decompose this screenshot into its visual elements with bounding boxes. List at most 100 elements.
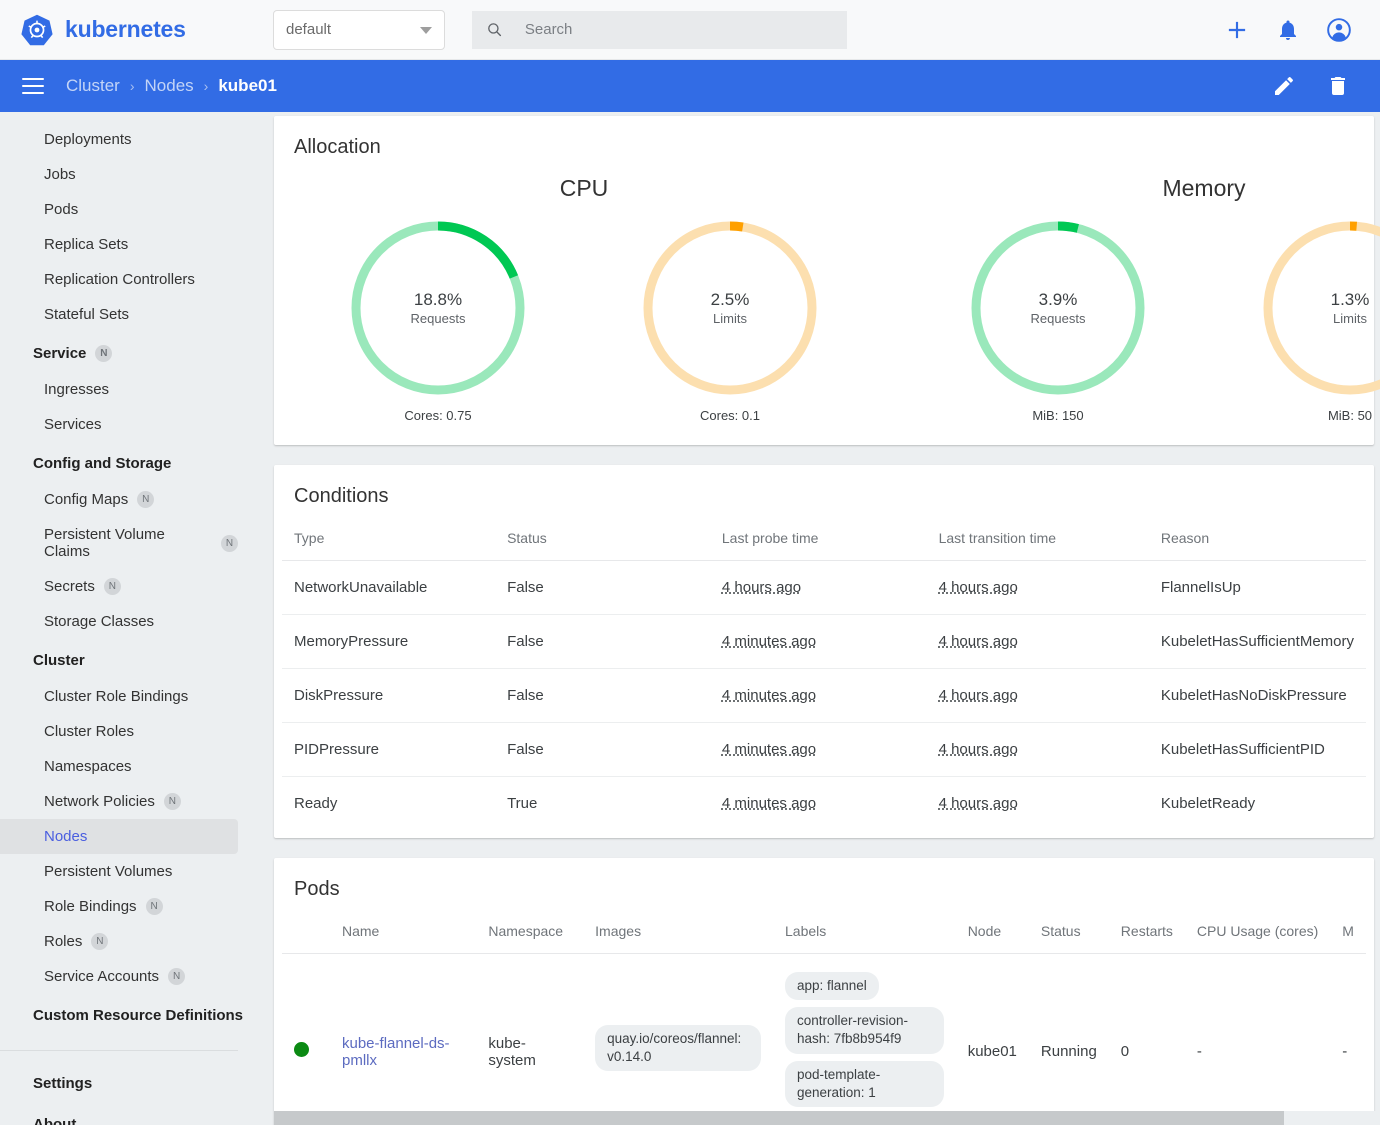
donut-cpu-limits: 2.5% Limits Cores: 0.1 <box>615 218 845 423</box>
hamburger-menu-icon[interactable] <box>22 73 44 99</box>
column-header-last-probe-time[interactable]: Last probe time <box>709 514 927 561</box>
sidebar-item-services[interactable]: Services <box>0 407 238 442</box>
sidebar-item-persistent-volume-claims[interactable]: Persistent Volume Claims N <box>0 517 238 569</box>
cell-name[interactable]: kube-flannel-ds-pmllx <box>330 954 476 1125</box>
account-icon[interactable] <box>1326 17 1352 43</box>
cell-transition[interactable]: 4 hours ago <box>926 722 1149 777</box>
sidebar-item-label: Custom Resource Definitions <box>33 1007 244 1024</box>
breadcrumb-bar: Cluster › Nodes › kube01 <box>0 60 1380 112</box>
search-bar[interactable] <box>472 10 847 49</box>
donut-absolute-value: Cores: 0.75 <box>404 408 472 423</box>
sidebar-item-label: Storage Classes <box>44 613 155 630</box>
sidebar-item-namespaces[interactable]: Namespaces <box>0 749 238 784</box>
table-row: DiskPressure False 4 minutes ago 4 hours ag… <box>282 668 1366 723</box>
sidebar-item-ingresses[interactable]: Ingresses <box>0 372 238 407</box>
column-header-status[interactable]: Status <box>1028 907 1109 954</box>
sidebar-item-label: Config Maps <box>44 491 129 508</box>
kubernetes-dashboard: kubernetes default Search Cluster › Node… <box>0 0 1380 1125</box>
cell-transition[interactable]: 4 hours ago <box>926 668 1149 723</box>
delete-trash-icon[interactable] <box>1326 74 1350 98</box>
sidebar-item-network-policies[interactable]: Network Policies N <box>0 784 238 819</box>
cell-reason: KubeletHasSufficientMemory <box>1148 614 1366 669</box>
sidebar-item-service-accounts[interactable]: Service Accounts N <box>0 959 238 994</box>
column-header-status[interactable]: Status <box>495 514 710 561</box>
cell-reason: KubeletReady <box>1160 795 1256 812</box>
cell-reason: KubeletHasNoDiskPressure <box>1148 668 1366 723</box>
allocation-charts: CPU 18.8% Requests Cores: 0.75 2.5% Limits Cor… <box>274 159 1380 445</box>
namespaced-badge: N <box>163 793 181 810</box>
sidebar-group-service[interactable]: Service N <box>0 332 248 372</box>
column-header-last-transition-time[interactable]: Last transition time <box>926 514 1149 561</box>
column-header-cpu-usage-cores-[interactable]: CPU Usage (cores) <box>1184 907 1331 954</box>
table-row: PIDPressure False 4 minutes ago 4 hours ago… <box>282 722 1366 777</box>
cell-status: False <box>495 668 710 723</box>
cell-probe[interactable]: 4 minutes ago <box>709 668 927 723</box>
sidebar-item-about[interactable]: About <box>0 1104 248 1125</box>
column-header-m[interactable]: M <box>1330 907 1366 954</box>
column-header-images[interactable]: Images <box>583 907 773 954</box>
namespaced-badge: N <box>221 534 238 552</box>
cell-probe[interactable]: 4 minutes ago <box>709 722 927 777</box>
edit-pencil-icon[interactable] <box>1272 74 1296 98</box>
sidebar-item-label: Nodes <box>44 828 88 845</box>
sidebar-group-cluster[interactable]: Cluster <box>0 639 248 679</box>
sidebar-item-label: Role Bindings <box>44 898 137 915</box>
cell-probe[interactable]: 4 minutes ago <box>709 614 927 669</box>
cell-transition[interactable]: 4 hours ago <box>926 614 1149 669</box>
pod-name-link[interactable]: kube-flannel-ds-pmllx <box>342 1035 450 1069</box>
sidebar-item-cluster-role-bindings[interactable]: Cluster Role Bindings <box>0 679 238 714</box>
sidebar-item-stateful-sets[interactable]: Stateful Sets <box>0 297 238 332</box>
column-header-type[interactable]: Type <box>282 514 496 561</box>
sidebar-item-label: Network Policies <box>44 793 155 810</box>
allocation-group-cpu: CPU 18.8% Requests Cores: 0.75 2.5% Limits Cor… <box>274 163 894 423</box>
donut-cpu-requests: 18.8% Requests Cores: 0.75 <box>323 218 553 423</box>
cell-namespace: kube-system <box>488 1034 536 1069</box>
column-header-labels[interactable]: Labels <box>773 907 956 954</box>
add-icon[interactable] <box>1224 17 1250 43</box>
sidebar-item-replication-controllers[interactable]: Replication Controllers <box>0 262 238 297</box>
sidebar-item-cluster-roles[interactable]: Cluster Roles <box>0 714 238 749</box>
sidebar-item-persistent-volumes[interactable]: Persistent Volumes <box>0 854 238 889</box>
horizontal-scrollbar[interactable] <box>274 1111 1380 1125</box>
cell-probe[interactable]: 4 minutes ago <box>710 777 927 831</box>
cell-probe[interactable]: 4 hours ago <box>709 560 927 615</box>
sidebar-item-label: Ingresses <box>44 381 110 398</box>
sidebar-item-pods[interactable]: Pods <box>0 192 238 227</box>
cell-transition[interactable]: 4 hours ago <box>927 777 1149 831</box>
sidebar-item-roles[interactable]: Roles N <box>0 924 238 959</box>
cell-type: PIDPressure <box>282 722 496 777</box>
cell-cpu-usage: - <box>1196 1043 1202 1061</box>
breadcrumb-item-nodes[interactable]: Nodes <box>145 76 194 96</box>
horizontal-scrollbar-thumb[interactable] <box>274 1111 1284 1125</box>
column-header-restarts[interactable]: Restarts <box>1108 907 1185 954</box>
sidebar-item-deployments[interactable]: Deployments <box>0 122 238 157</box>
kubernetes-logo-icon <box>21 14 53 45</box>
column-header-status-indicator[interactable] <box>282 907 330 954</box>
sidebar-group-config-and-storage[interactable]: Config and Storage <box>0 442 248 482</box>
sidebar-item-role-bindings[interactable]: Role Bindings N <box>0 889 238 924</box>
cell-status: False <box>495 614 710 669</box>
column-header-namespace[interactable]: Namespace <box>476 907 584 954</box>
column-header-name[interactable]: Name <box>330 907 477 954</box>
sidebar-item-label: Config and Storage <box>33 455 172 472</box>
namespace-selector[interactable]: default <box>273 9 445 50</box>
sidebar-item-secrets[interactable]: Secrets N <box>0 569 238 604</box>
brand-logo[interactable]: kubernetes <box>0 13 248 47</box>
sidebar-item-storage-classes[interactable]: Storage Classes <box>0 604 238 639</box>
column-header-node[interactable]: Node <box>955 907 1029 954</box>
sidebar-group-custom-resource-definitions[interactable]: Custom Resource Definitions <box>0 994 248 1034</box>
sidebar-item-settings[interactable]: Settings <box>0 1063 248 1104</box>
sidebar-item-replica-sets[interactable]: Replica Sets <box>0 227 238 262</box>
notifications-bell-icon[interactable] <box>1276 18 1300 42</box>
search-input[interactable] <box>524 21 833 38</box>
sidebar-item-nodes[interactable]: Nodes <box>0 819 238 854</box>
allocation-group-title: Memory <box>1162 175 1246 201</box>
column-header-reason[interactable]: Reason <box>1148 514 1366 561</box>
sidebar-item-jobs[interactable]: Jobs <box>0 157 238 192</box>
sidebar-item-config-maps[interactable]: Config Maps N <box>0 482 238 517</box>
conditions-card: Conditions Type Status Last probe time Last… <box>274 465 1374 838</box>
cell-transition[interactable]: 4 hours ago <box>926 560 1149 615</box>
cell-type: DiskPressure <box>282 668 496 723</box>
breadcrumb-item-cluster[interactable]: Cluster <box>66 76 120 96</box>
donut-absolute-value: Cores: 0.1 <box>700 408 760 423</box>
